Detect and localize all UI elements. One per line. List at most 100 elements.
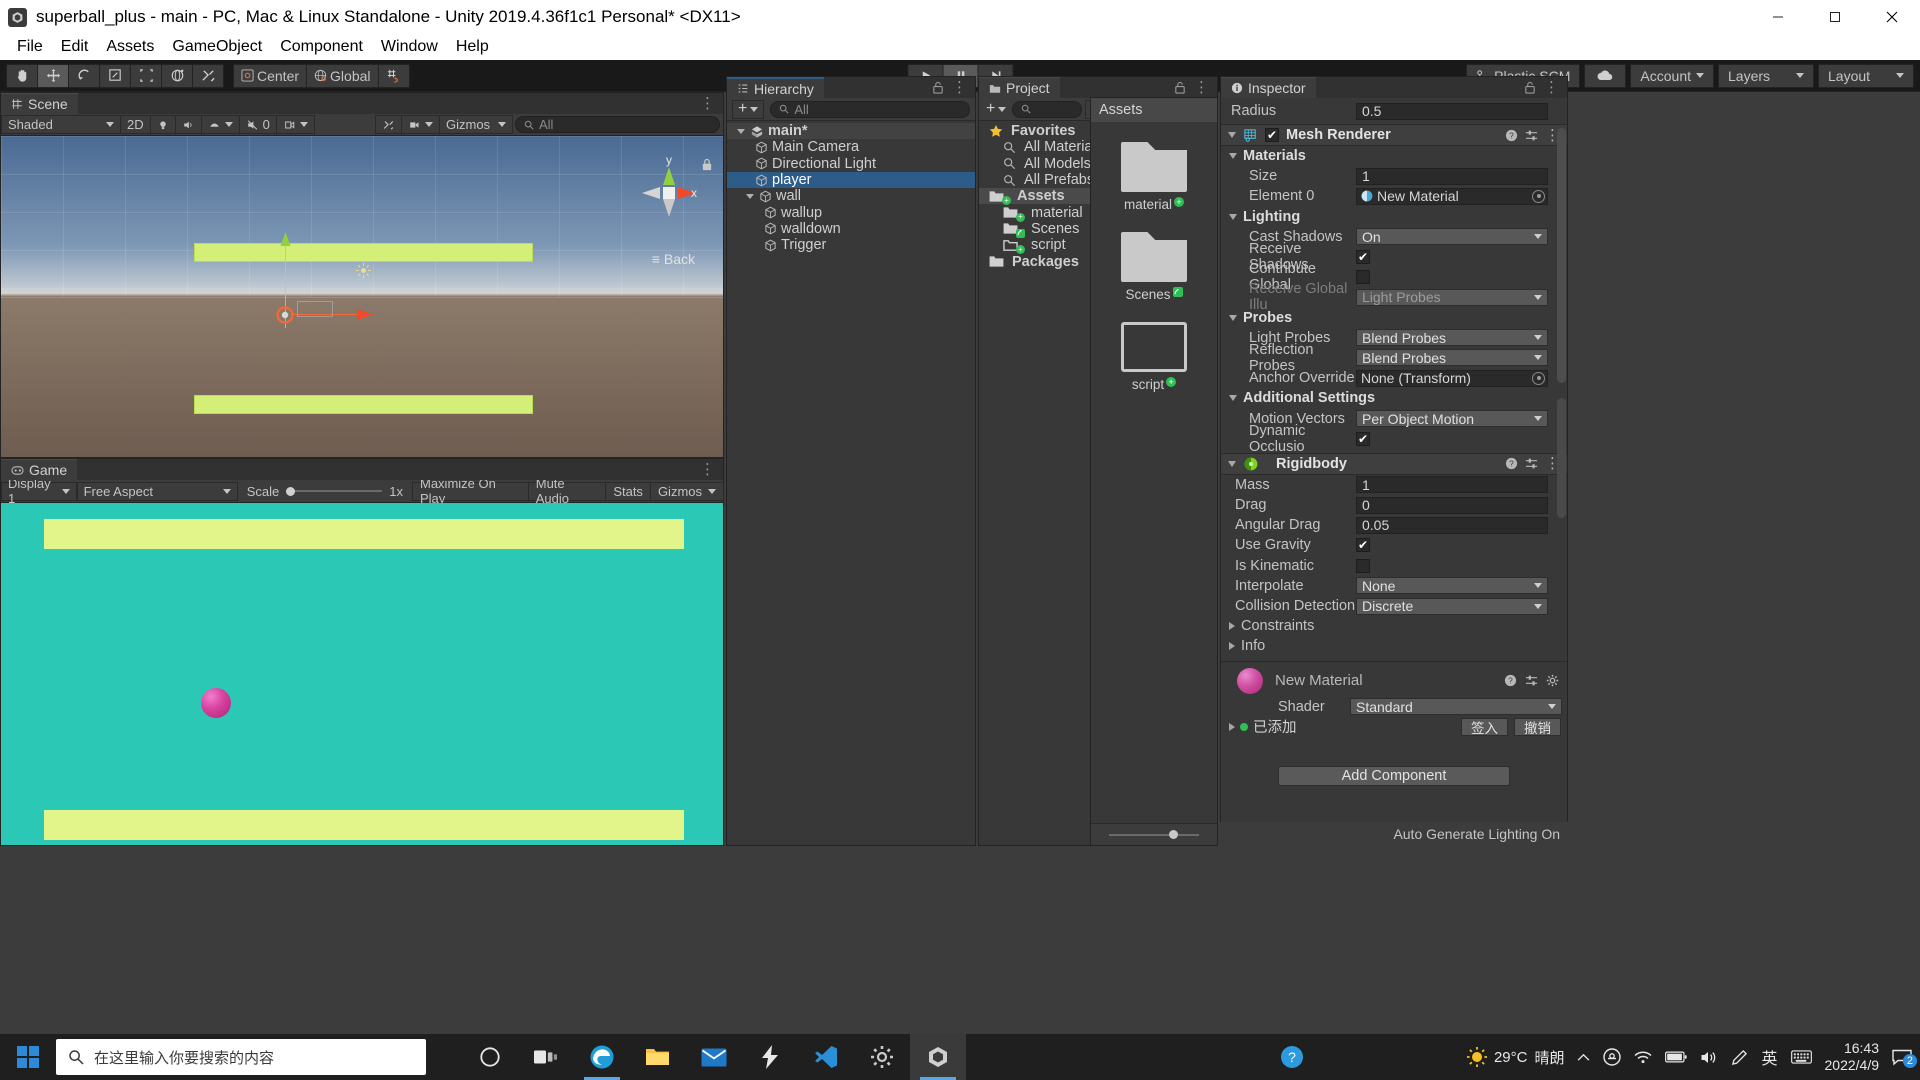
grid-snap-icon[interactable] [377, 63, 410, 88]
anchor-override-field[interactable]: None (Transform) [1356, 369, 1548, 387]
tab-scene[interactable]: Scene [1, 93, 78, 114]
object-picker-icon[interactable] [1532, 189, 1545, 203]
menu-window[interactable]: Window [372, 36, 447, 58]
network-icon[interactable] [1634, 1050, 1653, 1064]
scene-audio-count[interactable]: 0 [238, 115, 277, 134]
collapse-triangle-icon[interactable] [1229, 314, 1237, 321]
expand-triangle-icon[interactable] [1229, 622, 1235, 631]
start-button[interactable] [0, 1034, 56, 1080]
toggle-2d-button[interactable]: 2D [120, 115, 151, 134]
settings-icon[interactable] [854, 1034, 910, 1080]
display-dropdown[interactable]: Display 1 [1, 476, 77, 506]
scene-search-input[interactable]: All [515, 116, 720, 133]
help-icon[interactable]: ? [1505, 457, 1518, 470]
materials-section[interactable]: Materials [1221, 146, 1567, 166]
kebab-icon[interactable]: ⋮ [1544, 80, 1559, 95]
hierarchy-add-button[interactable]: + [732, 99, 765, 119]
hierarchy-item-player[interactable]: player [727, 171, 975, 189]
angular-drag-input[interactable]: 0.05 [1356, 516, 1548, 534]
hierarchy-item-main-camera[interactable]: Main Camera [727, 139, 975, 155]
menu-help[interactable]: Help [447, 36, 498, 58]
asset-item-scenes[interactable]: Scenes [1091, 232, 1217, 302]
hierarchy-item-main-[interactable]: main* [727, 123, 975, 140]
collapse-triangle-icon[interactable] [1229, 153, 1237, 160]
minimize-button[interactable] [1749, 0, 1806, 34]
stats-button[interactable]: Stats [605, 481, 651, 501]
drag-input[interactable]: 0 [1356, 496, 1548, 514]
kebab-icon[interactable]: ⋮ [700, 96, 715, 111]
move-gizmo-center[interactable] [275, 305, 295, 325]
menu-file[interactable]: File [8, 36, 52, 58]
hierarchy-item-wallup[interactable]: wallup [727, 204, 975, 221]
layers-button[interactable]: Layers [1718, 63, 1814, 88]
help-icon[interactable]: ? [1280, 1045, 1304, 1069]
scene-camera-settings-icon[interactable] [275, 115, 315, 134]
collapse-triangle-icon[interactable] [1228, 460, 1236, 467]
mesh-renderer-header[interactable]: ✔ Mesh Renderer ? ⋮ [1221, 124, 1567, 146]
light-probes-dropdown[interactable]: Blend Probes [1356, 329, 1548, 347]
use-gravity-checkbox[interactable]: ✔ [1356, 538, 1370, 553]
directional-light-gizmo[interactable] [356, 263, 371, 278]
asset-item-material[interactable]: material + [1091, 142, 1217, 212]
lock-icon[interactable] [1174, 81, 1186, 94]
vscode-icon[interactable] [798, 1034, 854, 1080]
scene-gizmo-lock-icon[interactable] [701, 158, 713, 171]
motion-vectors-dropdown[interactable]: Per Object Motion [1356, 410, 1548, 428]
scene-panel-menu[interactable]: ⋮ [700, 93, 723, 114]
onedrive-icon[interactable] [1603, 1048, 1622, 1066]
scene-camera-dropdown[interactable] [401, 115, 440, 134]
preset-icon[interactable] [1525, 457, 1538, 470]
cast-shadows-dropdown[interactable]: On [1356, 228, 1548, 246]
info-section[interactable]: Info [1221, 636, 1567, 656]
revert-button[interactable]: 撤销 [1514, 717, 1561, 736]
kebab-icon[interactable]: ⋮ [700, 462, 715, 477]
contribute-global-checkbox[interactable] [1356, 270, 1370, 285]
mass-input[interactable]: 1 [1356, 476, 1548, 494]
scene-tool-settings-icon[interactable] [375, 115, 402, 134]
ime-indicator[interactable]: 英 [1761, 1045, 1777, 1069]
receive-shadows-checkbox[interactable]: ✔ [1356, 250, 1370, 265]
battery-icon[interactable] [1665, 1051, 1688, 1063]
scene-lighting-icon[interactable] [149, 115, 176, 134]
help-icon[interactable]: ? [1505, 129, 1518, 142]
interpolate-dropdown[interactable]: None [1356, 577, 1548, 595]
thunder-icon[interactable] [742, 1034, 798, 1080]
tab-inspector[interactable]: Inspector [1221, 77, 1316, 98]
kebab-icon[interactable]: ⋮ [1194, 80, 1209, 95]
hierarchy-search-input[interactable]: All [770, 100, 970, 118]
hierarchy-item-wall[interactable]: wall [727, 188, 975, 204]
assets-zoom-handle[interactable] [1169, 830, 1178, 839]
cortana-icon[interactable] [462, 1034, 518, 1080]
notification-center-button[interactable]: 2 [1892, 1048, 1917, 1068]
mail-icon[interactable] [686, 1034, 742, 1080]
move-gizmo-x-axis[interactable] [355, 308, 373, 321]
element0-object-field[interactable]: New Material [1356, 187, 1548, 205]
kebab-icon[interactable]: ⋮ [952, 80, 967, 95]
maximize-button[interactable] [1806, 0, 1863, 34]
shading-mode-dropdown[interactable]: Shaded [1, 115, 121, 134]
scene-viewport[interactable]: y x ≡ Back [1, 136, 723, 457]
transform-tool-icon[interactable] [161, 63, 193, 88]
additional-settings-section[interactable]: Additional Settings [1221, 388, 1567, 408]
aspect-dropdown[interactable]: Free Aspect [76, 481, 238, 501]
shader-dropdown[interactable]: Standard [1350, 698, 1562, 716]
radius-input[interactable]: 0.5 [1356, 102, 1548, 120]
project-add-button[interactable]: + [983, 100, 1009, 119]
pivot-mode-button[interactable]: Center [233, 63, 308, 88]
taskbar-clock[interactable]: 16:43 2022/4/9 [1825, 1040, 1880, 1075]
lock-icon[interactable] [932, 81, 944, 94]
project-search-input[interactable] [1012, 100, 1083, 118]
inspector-scrollbar[interactable] [1557, 128, 1566, 383]
is-kinematic-checkbox[interactable] [1356, 558, 1370, 573]
materials-size-input[interactable]: 1 [1356, 167, 1548, 185]
maximize-on-play-button[interactable]: Maximize On Play [412, 476, 529, 506]
layout-button[interactable]: Layout [1818, 63, 1914, 88]
hierarchy-item-walldown[interactable]: walldown [727, 221, 975, 237]
collapse-triangle-icon[interactable] [746, 193, 754, 199]
checkin-button[interactable]: 签入 [1461, 717, 1508, 736]
lock-icon[interactable] [1524, 81, 1536, 94]
scale-tool-icon[interactable] [99, 63, 131, 88]
expand-triangle-icon[interactable] [1229, 642, 1235, 651]
tab-game[interactable]: Game [1, 459, 78, 480]
expand-triangle-icon[interactable] [1229, 722, 1235, 731]
